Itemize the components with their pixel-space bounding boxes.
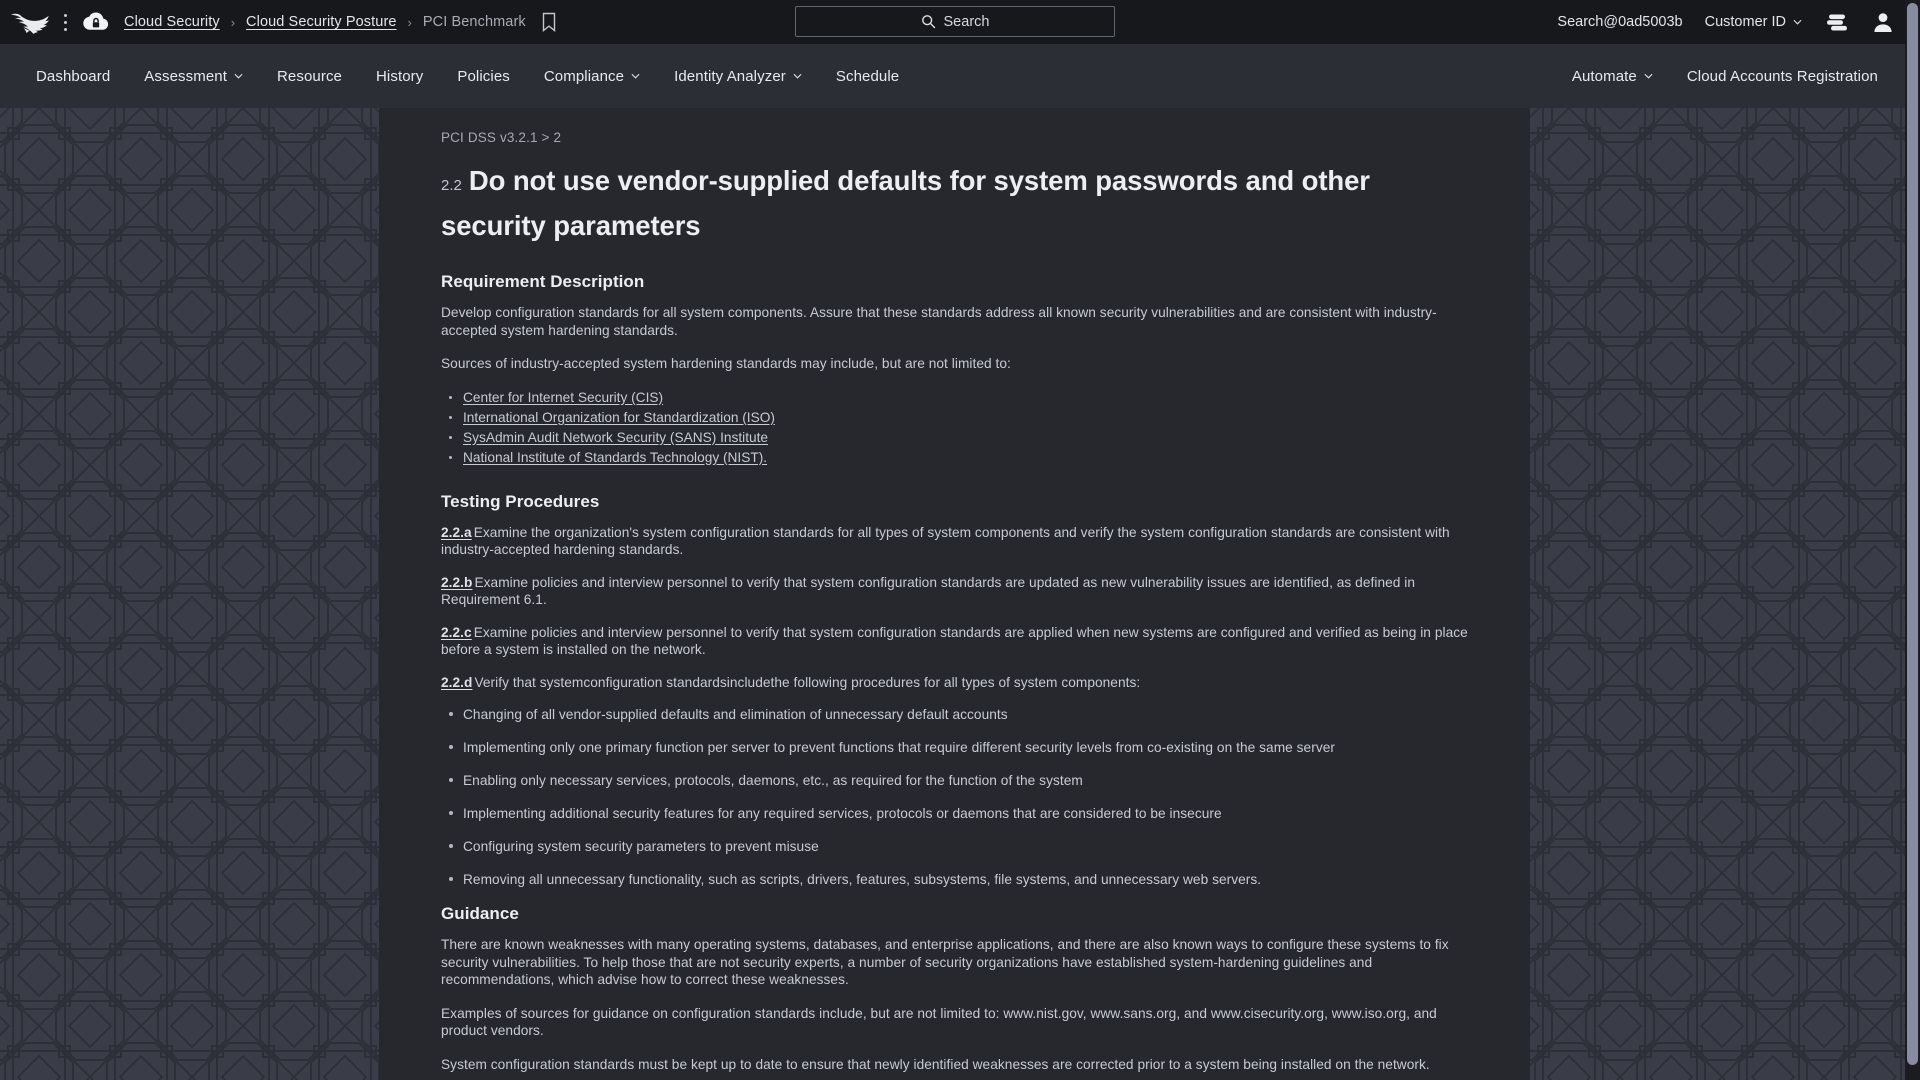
kebab-dot bbox=[63, 27, 67, 31]
nav-label: Dashboard bbox=[36, 67, 111, 85]
falcon-logo-icon bbox=[11, 13, 49, 34]
guidance-heading: Guidance bbox=[441, 904, 519, 923]
guidance-paragraph-2: Examples of sources for guidance on conf… bbox=[441, 1005, 1437, 1039]
list-item: Center for Internet Security (CIS) bbox=[449, 389, 1468, 406]
breadcrumb-item-cloud-security-posture[interactable]: Cloud Security Posture bbox=[244, 14, 399, 30]
hardening-standards-list: Center for Internet Security (CIS) Inter… bbox=[441, 389, 1468, 466]
chevron-down-icon bbox=[234, 73, 243, 79]
chevron-down-icon bbox=[631, 73, 640, 79]
list-item: Implementing only one primary function p… bbox=[449, 739, 1468, 756]
list-item: Enabling only necessary services, protoc… bbox=[449, 772, 1468, 789]
source-link-nist[interactable]: National Institute of Standards Technolo… bbox=[463, 450, 767, 465]
nav-item-identity-analyzer[interactable]: Identity Analyzer bbox=[657, 44, 819, 108]
requirement-description-paragraph-1: Develop configuration standards for all … bbox=[441, 305, 1437, 338]
procedure-text: Examine policies and interview personnel… bbox=[441, 624, 1468, 658]
nav-item-dashboard[interactable]: Dashboard bbox=[19, 44, 127, 108]
search-placeholder: Search bbox=[943, 13, 990, 30]
testing-procedure-2-2-b: 2.2.b Examine policies and interview pers… bbox=[441, 574, 1468, 609]
procedure-text: Verify that systemconfiguration standard… bbox=[474, 674, 1141, 690]
list-item: International Organization for Standardi… bbox=[449, 409, 1468, 426]
procedure-text: Examine policies and interview personnel… bbox=[441, 574, 1416, 608]
testing-procedure-2-2-a: 2.2.a Examine the organization's system c… bbox=[441, 524, 1468, 559]
testing-procedure-2-2-c: 2.2.c Examine policies and interview pers… bbox=[441, 624, 1468, 659]
nav-item-assessment[interactable]: Assessment bbox=[127, 44, 260, 108]
procedure-label: 2.2.a bbox=[441, 524, 472, 540]
nav-label: Schedule bbox=[835, 67, 900, 85]
breadcrumb-item-pci-benchmark: PCI Benchmark bbox=[422, 14, 526, 30]
requirement-description-heading: Requirement Description bbox=[441, 272, 645, 291]
page-scrollbar[interactable] bbox=[1905, 0, 1920, 1080]
source-link-cis[interactable]: Center for Internet Security (CIS) bbox=[463, 390, 663, 405]
breadcrumb-item-cloud-security[interactable]: Cloud Security bbox=[122, 14, 222, 30]
breadcrumb-separator: › bbox=[230, 14, 236, 30]
account-label[interactable]: Search@0ad5003b bbox=[1557, 14, 1682, 30]
procedure-text: Examine the organization's system config… bbox=[441, 524, 1450, 558]
nav-item-policies[interactable]: Policies bbox=[440, 44, 527, 108]
customer-id-selector[interactable]: Customer ID bbox=[1705, 14, 1802, 30]
chevron-down-icon bbox=[1793, 19, 1802, 25]
requirement-number: 2.2 bbox=[441, 177, 462, 194]
nav-label: Identity Analyzer bbox=[674, 67, 786, 85]
chevron-down-icon bbox=[1644, 73, 1653, 79]
procedure-label: 2.2.c bbox=[441, 624, 472, 640]
kebab-dot bbox=[63, 13, 67, 17]
cloud-lock-icon[interactable] bbox=[76, 9, 110, 35]
bookmark-glyph bbox=[542, 12, 555, 32]
page-title-text: Do not use vendor-supplied defaults for … bbox=[441, 165, 1370, 241]
falcon-logo[interactable] bbox=[10, 9, 50, 35]
kebab-menu-icon[interactable] bbox=[54, 9, 76, 35]
list-item: Configuring system security parameters t… bbox=[449, 838, 1468, 855]
cloud-lock-glyph bbox=[83, 12, 109, 30]
nav-label: Automate bbox=[1571, 67, 1637, 85]
nav-left-items: Dashboard Assessment Resource History Po… bbox=[0, 44, 916, 108]
list-item: Removing all unnecessary functionality, … bbox=[449, 871, 1468, 888]
procedure-label: 2.2.d bbox=[441, 674, 473, 690]
requirement-description-paragraph-2: Sources of industry-accepted system hard… bbox=[441, 356, 1011, 371]
guidance-paragraph-3: System configuration standards must be k… bbox=[441, 1056, 1430, 1072]
scrollbar-thumb[interactable] bbox=[1907, 3, 1918, 1065]
search-input[interactable]: Search bbox=[795, 6, 1115, 37]
nav-label: Compliance bbox=[543, 67, 625, 85]
procedure-label: 2.2.b bbox=[441, 574, 473, 590]
nav-right-items: Automate Cloud Accounts Registration bbox=[1555, 44, 1895, 108]
breadcrumb-separator: › bbox=[407, 14, 412, 30]
testing-procedure-sub-items: Changing of all vendor-supplied defaults… bbox=[441, 706, 1468, 888]
nav-label: Cloud Accounts Registration bbox=[1686, 67, 1878, 85]
content-panel-inner: PCI DSS v3.2.1 > 2 2.2 Do not use vendor-… bbox=[379, 108, 1530, 1080]
source-link-iso[interactable]: International Organization for Standardi… bbox=[463, 410, 775, 425]
user-avatar-icon[interactable] bbox=[1872, 11, 1894, 33]
guidance-paragraph-1: There are known weaknesses with many ope… bbox=[441, 937, 1449, 987]
nav-label: Policies bbox=[457, 67, 510, 85]
nav-item-resource[interactable]: Resource bbox=[260, 44, 359, 108]
support-icon[interactable] bbox=[1826, 13, 1848, 31]
main-navigation-bar: Dashboard Assessment Resource History Po… bbox=[0, 44, 1920, 108]
header-right-group: Search@0ad5003b Customer ID bbox=[1557, 0, 1894, 44]
list-item: Changing of all vendor-supplied defaults… bbox=[449, 706, 1468, 723]
nav-item-compliance[interactable]: Compliance bbox=[527, 44, 657, 108]
nav-item-automate[interactable]: Automate bbox=[1555, 44, 1670, 108]
kebab-dot bbox=[63, 20, 67, 24]
breadcrumb: Cloud Security › Cloud Security Posture … bbox=[122, 11, 558, 33]
testing-procedures-heading: Testing Procedures bbox=[441, 491, 600, 511]
nav-label: Assessment bbox=[144, 67, 227, 85]
customer-id-label: Customer ID bbox=[1704, 14, 1786, 30]
source-link-sans[interactable]: SysAdmin Audit Network Security (SANS) I… bbox=[463, 430, 768, 445]
nav-item-schedule[interactable]: Schedule bbox=[819, 44, 916, 108]
nav-label: Resource bbox=[277, 67, 342, 85]
list-item: National Institute of Standards Technolo… bbox=[449, 449, 1468, 466]
search-icon bbox=[921, 15, 935, 29]
header-left-group: Cloud Security › Cloud Security Posture … bbox=[0, 9, 558, 35]
top-header-bar: Cloud Security › Cloud Security Posture … bbox=[0, 0, 1920, 44]
nav-label: History bbox=[376, 67, 424, 85]
page-title: 2.2 Do not use vendor-supplied defaults f… bbox=[441, 161, 1468, 246]
nav-item-cloud-accounts-registration[interactable]: Cloud Accounts Registration bbox=[1670, 44, 1895, 108]
testing-procedure-2-2-d: 2.2.d Verify that systemconfiguration sta… bbox=[441, 674, 1468, 692]
content-breadcrumb: PCI DSS v3.2.1 > 2 bbox=[441, 130, 562, 145]
list-item: Implementing additional security feature… bbox=[449, 805, 1468, 822]
list-item: SysAdmin Audit Network Security (SANS) I… bbox=[449, 429, 1468, 446]
content-panel: PCI DSS v3.2.1 > 2 2.2 Do not use vendor-… bbox=[379, 108, 1530, 1080]
bookmark-icon[interactable] bbox=[528, 11, 558, 33]
chevron-down-icon bbox=[793, 73, 802, 79]
nav-item-history[interactable]: History bbox=[359, 44, 440, 108]
